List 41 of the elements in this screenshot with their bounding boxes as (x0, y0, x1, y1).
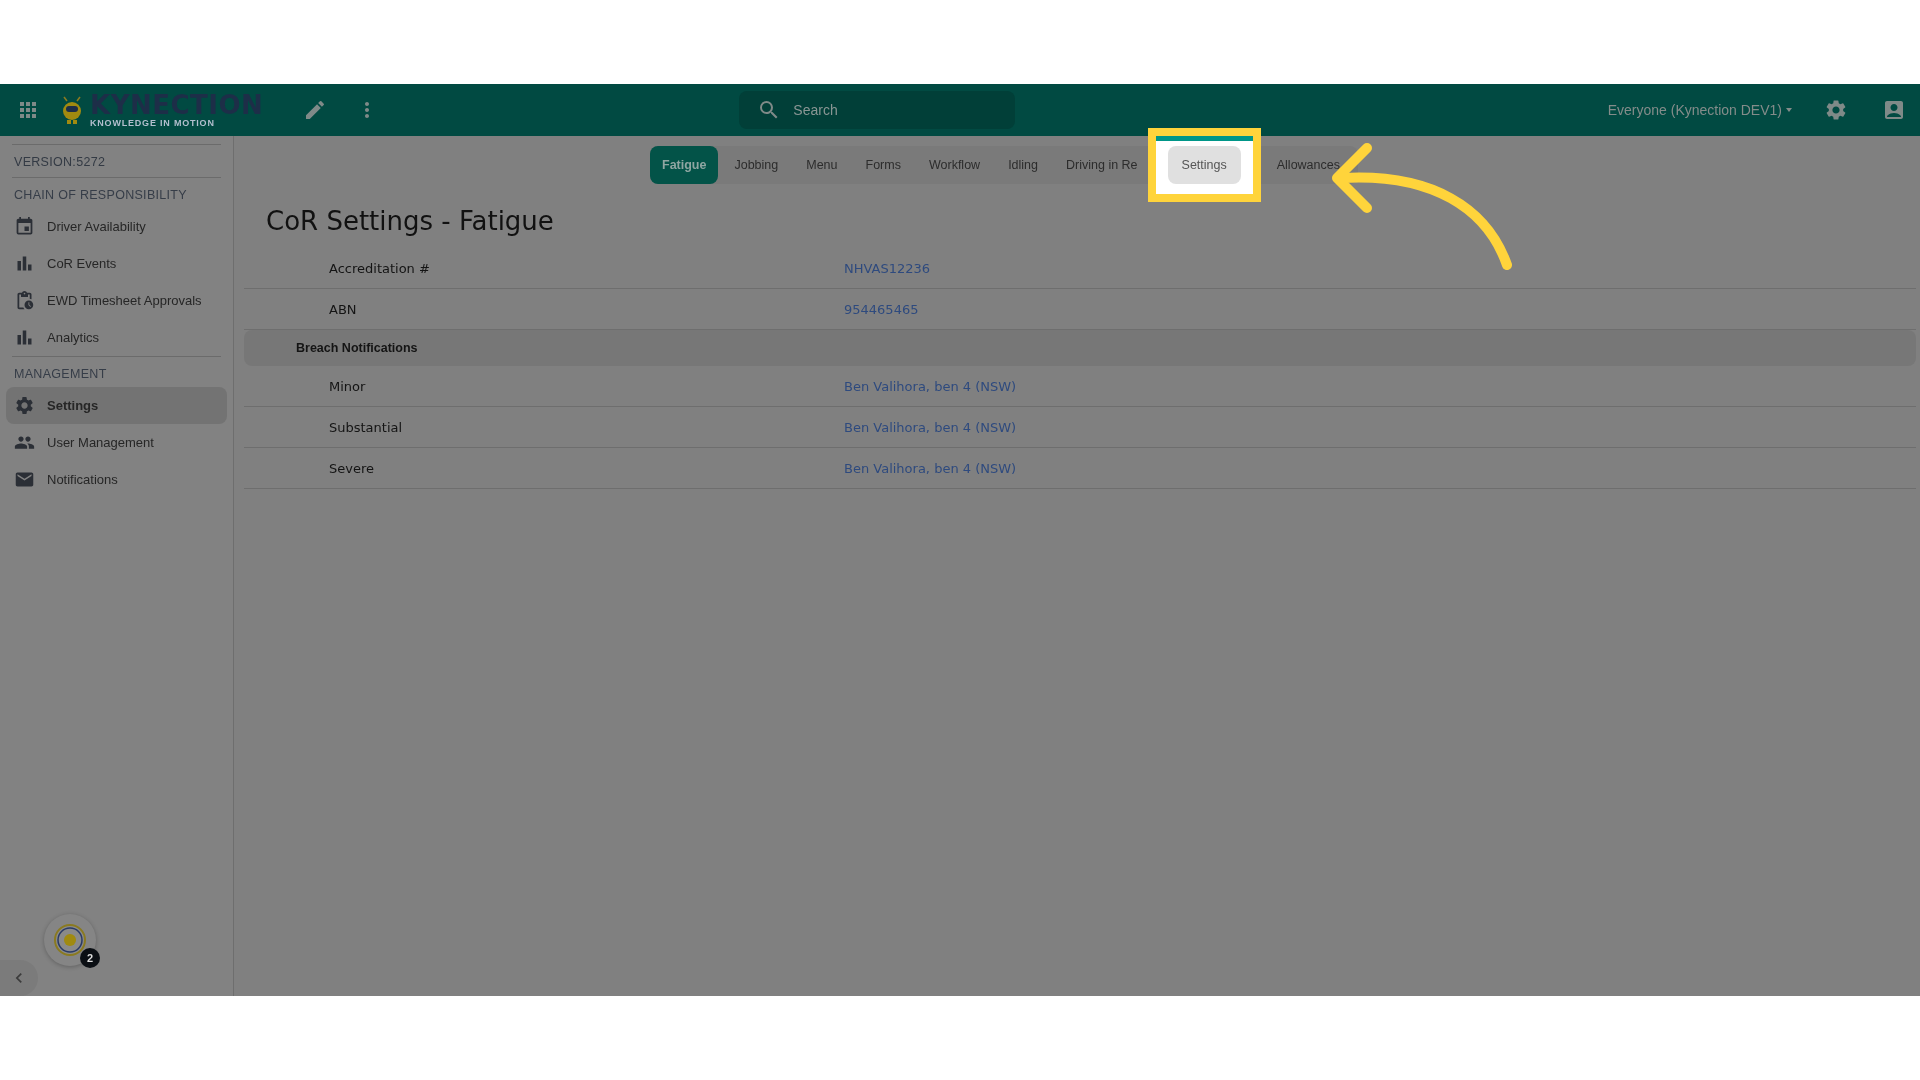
field-label: Accreditation # (328, 260, 431, 276)
settings-icon[interactable] (1824, 98, 1848, 122)
tab[interactable]: Workflow (916, 146, 993, 184)
sidebar-item[interactable]: Notifications (6, 461, 227, 498)
field-label: Substantial (328, 419, 404, 435)
tab[interactable]: Jobbing (722, 146, 791, 184)
section-heading: MANAGEMENT (13, 366, 108, 383)
sidebar-item[interactable]: User Management (6, 424, 227, 461)
field-value-link[interactable]: Ben Valihora, ben 4 (NSW) (844, 378, 1017, 394)
assistant-avatar[interactable] (44, 914, 96, 966)
notification-count: 2 (80, 948, 100, 968)
field-label: Severe (328, 460, 375, 476)
caret-icon[interactable] (1786, 108, 1792, 112)
sidebar-item[interactable]: Analytics (6, 319, 227, 356)
version-label: VERSION:5272 (13, 154, 107, 171)
field-label: ABN (328, 301, 358, 317)
nav-icon (14, 395, 35, 416)
field-value-link[interactable]: NHVAS12236 (844, 260, 931, 276)
tab[interactable]: Idling (996, 146, 1050, 184)
section-heading: CHAIN OF RESPONSIBILITY (13, 187, 188, 204)
nav-icon (14, 216, 35, 237)
field-value-link[interactable]: Ben Valihora, ben 4 (NSW) (844, 419, 1017, 435)
logo-tagline: KNOWLEDGE IN MOTION (90, 119, 216, 128)
field-value-link[interactable]: Ben Valihora, ben 4 (NSW) (844, 460, 1017, 476)
tab[interactable]: Driving in Re (1054, 146, 1150, 184)
profile-icon[interactable] (1882, 98, 1906, 122)
tab[interactable]: Forms (853, 146, 913, 184)
tab[interactable]: Fatigue (650, 146, 719, 184)
sidebar-item[interactable]: EWD Timesheet Approvals (6, 282, 227, 319)
sidebar-item[interactable]: CoR Events (6, 245, 227, 282)
search-field[interactable]: Search (739, 91, 1016, 129)
page-title: CoR Settings - Fatigue (266, 206, 555, 236)
tab[interactable]: Settings (1167, 146, 1241, 184)
sidebar-item[interactable]: Driver Availability (6, 208, 227, 245)
account-selector[interactable]: Everyone (Kynection DEV1) (1607, 102, 1782, 118)
tab[interactable]: Menu (794, 146, 850, 184)
sidebar-item[interactable]: Settings (6, 387, 227, 424)
field-value-link[interactable]: 954465465 (844, 301, 919, 317)
group-header: Breach Notifications (244, 330, 1916, 366)
field-label: Minor (328, 378, 367, 394)
tab[interactable]: Allowances (1264, 146, 1352, 184)
